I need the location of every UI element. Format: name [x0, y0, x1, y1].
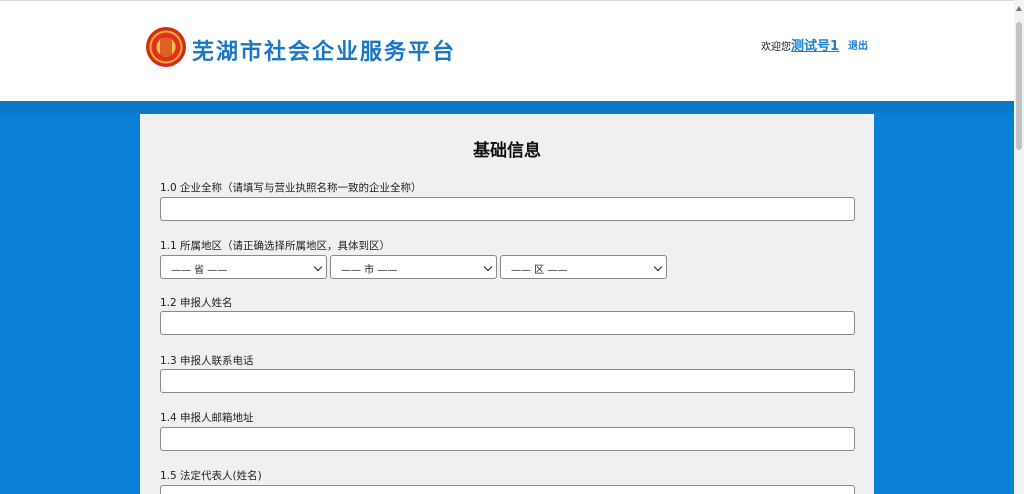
- site-title: 芜湖市社会企业服务平台: [192, 40, 457, 65]
- scrollbar-thumb[interactable]: [1016, 22, 1022, 150]
- form-panel: 基础信息 1.0 企业全称（请填写与营业执照名称一致的企业全称） 1.1 所属地…: [140, 114, 874, 494]
- applicant-name-label: 1.2 申报人姓名: [160, 297, 233, 309]
- legal-rep-label: 1.5 法定代表人(姓名): [160, 470, 262, 482]
- company-name-input[interactable]: [160, 197, 855, 221]
- emblem-logo-icon: [146, 27, 186, 67]
- applicant-phone-label: 1.3 申报人联系电话: [160, 355, 254, 367]
- province-select-value: —— 省 ——: [171, 265, 228, 276]
- city-select[interactable]: —— 市 ——: [330, 255, 497, 279]
- district-select-value: —— 区 ——: [511, 265, 568, 276]
- logout-link[interactable]: 退出: [848, 37, 868, 52]
- chevron-down-icon: [483, 262, 493, 272]
- header-divider-bar: [0, 101, 1014, 113]
- applicant-phone-input[interactable]: [160, 369, 855, 393]
- company-name-label: 1.0 企业全称（请填写与营业执照名称一致的企业全称）: [160, 182, 422, 194]
- applicant-name-input[interactable]: [160, 311, 855, 335]
- welcome-text: 欢迎您: [761, 42, 791, 53]
- chevron-down-icon: [653, 262, 663, 272]
- region-label: 1.1 所属地区（请正确选择所属地区，具体到区）: [160, 240, 391, 252]
- chevron-down-icon: [313, 262, 323, 272]
- legal-rep-input[interactable]: [160, 485, 855, 494]
- city-select-value: —— 市 ——: [341, 265, 398, 276]
- site-header: 芜湖市社会企业服务平台 欢迎您 测试号1 退出: [0, 0, 1014, 101]
- applicant-email-input[interactable]: [160, 427, 855, 451]
- page-title: 基础信息: [473, 141, 541, 161]
- province-select[interactable]: —— 省 ——: [160, 255, 327, 279]
- username-link[interactable]: 测试号1: [791, 35, 839, 54]
- scroll-up-arrow-icon[interactable]: [1016, 6, 1022, 11]
- district-select[interactable]: —— 区 ——: [500, 255, 667, 279]
- applicant-email-label: 1.4 申报人邮箱地址: [160, 412, 254, 424]
